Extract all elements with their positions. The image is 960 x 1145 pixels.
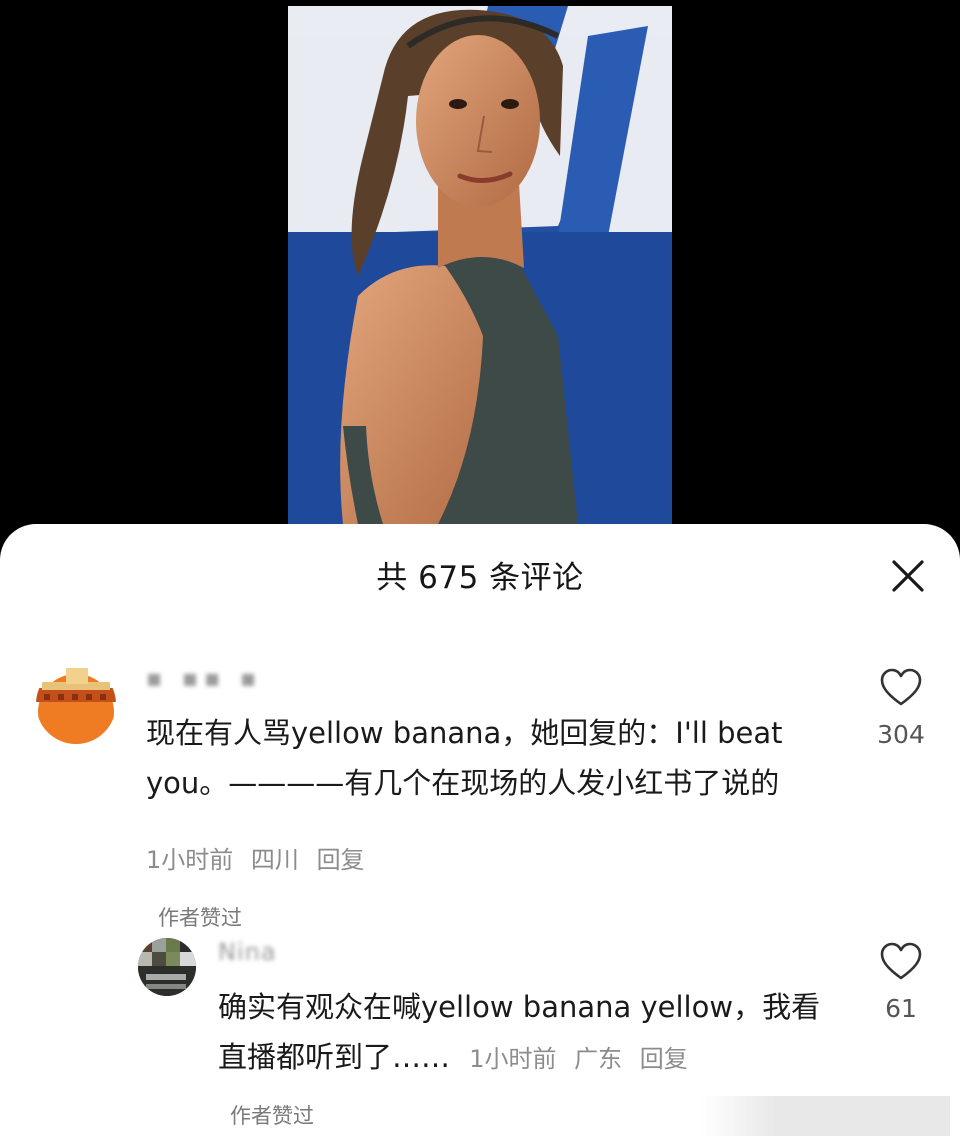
reply-button[interactable]: 回复	[317, 846, 365, 874]
reply-button[interactable]: 回复	[640, 1045, 688, 1073]
like-button[interactable]: 304	[866, 668, 936, 749]
comment-body: 现在有人骂yellow banana，她回复的：I'll beat you。——…	[146, 716, 783, 800]
like-button[interactable]: 61	[866, 942, 936, 1023]
comment-time: 1小时前	[469, 1045, 557, 1073]
video-player[interactable]	[288, 6, 672, 524]
video-area	[0, 0, 960, 560]
heart-outline-icon	[880, 942, 922, 980]
comment-location: 四川	[250, 846, 299, 874]
heart-outline-icon	[880, 668, 922, 706]
video-frame-image	[288, 6, 672, 524]
comment-text: 确实有观众在喊yellow banana yellow，我看直播都听到了…… 1…	[218, 982, 838, 1084]
author-liked-tag: 作者赞过	[230, 1104, 314, 1128]
watermark	[700, 1096, 950, 1136]
comments-count-title: 共 675 条评论	[376, 560, 584, 596]
close-button[interactable]	[884, 552, 932, 600]
comment-location: 广东	[574, 1045, 623, 1073]
avatar-image	[138, 938, 196, 996]
like-count: 304	[877, 720, 925, 749]
comment-time: 1小时前	[146, 846, 234, 874]
author-liked-tag: 作者赞过	[158, 906, 242, 930]
comments-sheet: 共 675 条评论 ▪ ▪▪ ▪ 现在有人骂yellow banana，她回复的	[0, 524, 960, 1145]
comment-username[interactable]: ▪ ▪▪ ▪	[146, 664, 262, 692]
comment-meta: 1小时前 四川 回复	[146, 840, 375, 875]
avatar[interactable]	[138, 938, 196, 996]
comment-username[interactable]: Nina	[218, 938, 277, 966]
avatar-image	[36, 664, 116, 744]
close-icon	[892, 560, 924, 592]
like-count: 61	[885, 994, 917, 1023]
comment-meta: 1小时前 广东 回复	[469, 1045, 698, 1073]
comment-text: 现在有人骂yellow banana，她回复的：I'll beat you。——…	[146, 708, 836, 808]
avatar[interactable]	[36, 664, 116, 744]
